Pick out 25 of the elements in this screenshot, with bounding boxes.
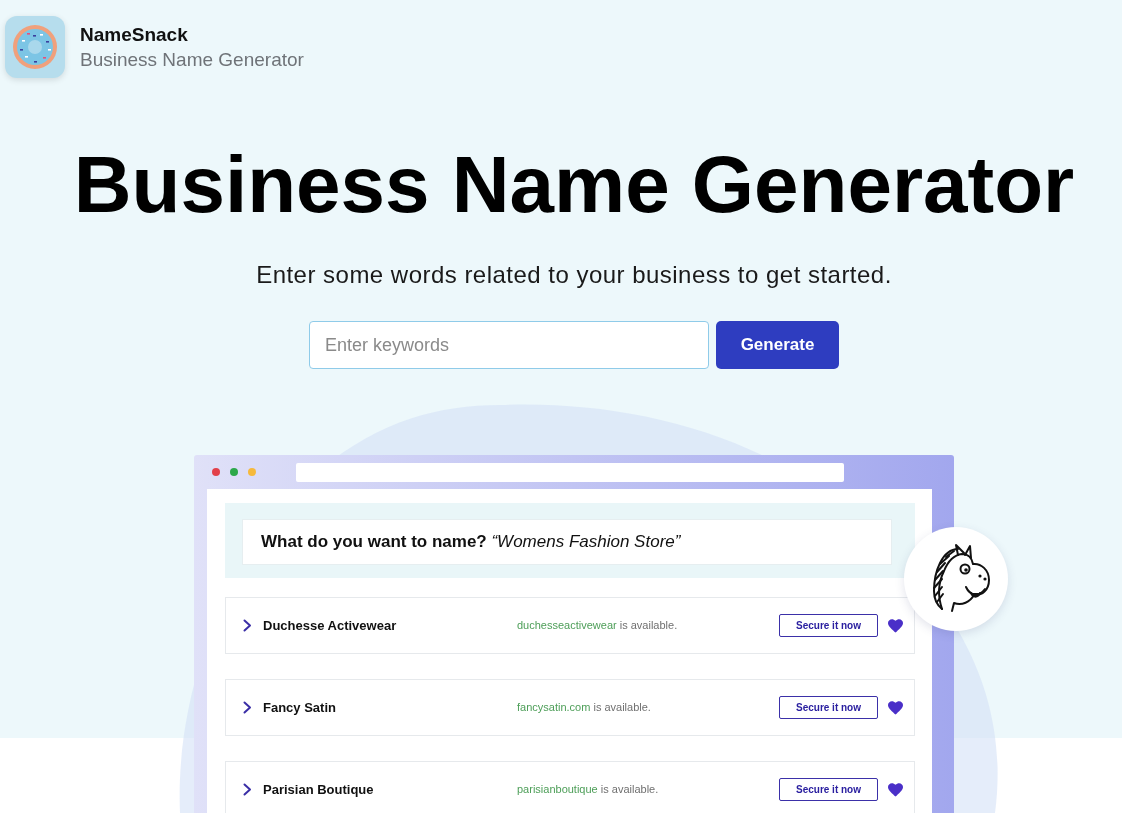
heart-icon[interactable]	[888, 782, 903, 797]
brand-tagline: Business Name Generator	[80, 48, 304, 71]
heart-icon[interactable]	[888, 618, 903, 633]
business-name: Duchesse Activewear	[263, 616, 398, 635]
business-name: Parisian Boutique	[263, 780, 375, 799]
availability-text: duchesseactivewear is available.	[517, 618, 679, 634]
availability-text: parisianboutique is available.	[517, 782, 660, 798]
brand-name: NameSnack	[80, 23, 189, 46]
prompt-text: What do you want to name? “Womens Fashion Store”	[261, 531, 681, 554]
page-title: Business Name Generator	[73, 145, 1075, 225]
keyword-input[interactable]: Enter keywords	[309, 321, 709, 369]
page-subtitle: Enter some words related to your business to get started.	[256, 263, 892, 287]
business-name: Fancy Satin	[263, 698, 337, 717]
donut-logo-icon	[5, 16, 65, 78]
secure-button[interactable]: Secure it now	[779, 778, 878, 801]
secure-button[interactable]: Secure it now	[779, 614, 878, 637]
chevron-right-icon[interactable]	[243, 619, 252, 632]
domain-link[interactable]: duchesseactivewear	[517, 619, 617, 632]
generate-button[interactable]: Generate	[716, 321, 839, 369]
heart-icon[interactable]	[888, 700, 903, 715]
availability-text: fancysatin.com is available.	[517, 700, 652, 716]
window-dots-icon	[212, 468, 256, 476]
secure-button[interactable]: Secure it now	[779, 696, 878, 719]
chevron-right-icon[interactable]	[243, 701, 252, 714]
chevron-right-icon[interactable]	[243, 783, 252, 796]
